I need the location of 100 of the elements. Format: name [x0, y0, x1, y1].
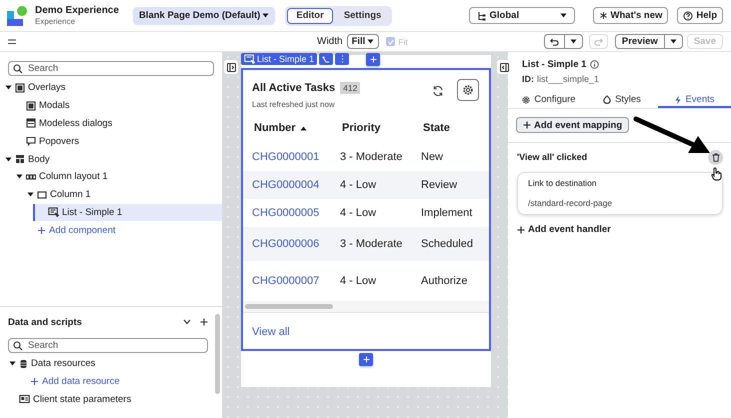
- caret-icon: [367, 39, 374, 44]
- redo-icon: [594, 38, 603, 46]
- add-button[interactable]: [359, 353, 373, 366]
- settings-button[interactable]: [457, 79, 479, 101]
- overlay-icon: [15, 82, 25, 93]
- tree-item[interactable]: Column layout 1: [11, 168, 222, 186]
- sidebar-icon: [500, 62, 508, 72]
- search-icon: [13, 64, 23, 74]
- caret-icon: [560, 13, 567, 18]
- tree-item[interactable]: Client state parameters: [8, 390, 208, 408]
- add-button[interactable]: [200, 318, 208, 326]
- droplet-icon: [602, 94, 612, 104]
- scope-dropdown[interactable]: Global: [468, 7, 575, 24]
- tree-item[interactable]: Modeless dialogs: [11, 114, 222, 132]
- inspector-tab[interactable]: Configure: [512, 93, 585, 108]
- record-link[interactable]: CHG0000005: [252, 207, 320, 219]
- asterisk-icon: [598, 11, 608, 20]
- add-event-mapping-button[interactable]: Add event mapping: [516, 117, 630, 133]
- preview-button[interactable]: Preview: [614, 34, 683, 49]
- view-all-link[interactable]: View all: [252, 326, 290, 338]
- list-component-icon: [48, 207, 59, 218]
- add-link[interactable]: Add component: [22, 221, 222, 240]
- app-title: Demo Experience: [35, 5, 119, 16]
- handler-title: Link to destination: [528, 178, 598, 188]
- plus-icon: [200, 318, 208, 326]
- event-title: 'View all' clicked: [517, 152, 588, 162]
- record-link[interactable]: CHG0000001: [252, 151, 320, 163]
- plus-icon: [523, 121, 531, 129]
- plus-icon: [30, 377, 39, 386]
- inspector-tab[interactable]: Events: [658, 93, 731, 108]
- event-handler-card[interactable]: Link to destination /standard-record-page: [517, 172, 723, 215]
- column-header[interactable]: Priority: [342, 122, 423, 134]
- table-cell-text: Authorize: [421, 275, 468, 287]
- id-value: list___simple_1: [537, 74, 600, 84]
- panel-toggle-button[interactable]: [497, 60, 511, 74]
- record-link[interactable]: CHG0000006: [252, 238, 320, 250]
- parameters-icon: [19, 394, 30, 404]
- record-link[interactable]: CHG0000004: [252, 179, 320, 191]
- tree-item[interactable]: Data resources: [8, 355, 208, 373]
- plus-icon: [517, 226, 525, 234]
- app-subtitle: Experience: [35, 17, 76, 26]
- scrollbar-thumb[interactable]: [215, 314, 220, 394]
- menu-icon: [8, 38, 16, 44]
- link-icon: [322, 56, 330, 62]
- delete-button[interactable]: [708, 150, 723, 164]
- lightning-icon: [674, 94, 682, 104]
- tree-item[interactable]: Modals: [11, 96, 222, 115]
- record-link[interactable]: CHG0000007: [252, 275, 320, 287]
- search-field[interactable]: Search: [8, 338, 208, 353]
- speech-bubble-icon: [26, 136, 36, 146]
- tree-item[interactable]: List - Simple 1: [33, 204, 222, 222]
- page-selector[interactable]: Blank Page Demo (Default): [132, 6, 276, 24]
- modal-icon: [26, 100, 36, 111]
- table-cell-text: Review: [421, 179, 458, 191]
- layout-icon: [15, 154, 25, 164]
- scrollbar-thumb[interactable]: [245, 304, 333, 309]
- app-logo-icon: [6, 4, 28, 26]
- list-title: All Active Tasks: [252, 82, 336, 94]
- column-header[interactable]: State: [423, 122, 489, 134]
- component-tag[interactable]: List - Simple 1: [241, 53, 318, 65]
- count-badge: 412: [340, 82, 360, 94]
- undo-button[interactable]: [544, 34, 583, 49]
- search-field[interactable]: Search: [8, 61, 214, 76]
- refresh-button[interactable]: [432, 85, 444, 97]
- inspector-tab[interactable]: Styles: [585, 93, 658, 108]
- table-cell-text: New: [421, 151, 444, 163]
- dialog-icon: [26, 118, 36, 128]
- table-cell-text: 4 - Low: [340, 275, 378, 287]
- tree-item[interactable]: Overlays: [0, 79, 222, 97]
- add-button[interactable]: [366, 53, 380, 66]
- table-cell-text: Implement: [421, 207, 474, 219]
- link-button[interactable]: [319, 53, 334, 65]
- tree-item[interactable]: Column 1: [22, 186, 222, 204]
- add-event-handler-button[interactable]: Add event handler: [517, 224, 611, 235]
- undo-icon: [550, 38, 559, 46]
- more-button[interactable]: [335, 53, 350, 65]
- mode-tab[interactable]: Settings: [334, 8, 390, 24]
- more-vertical-icon: [340, 55, 344, 63]
- column-icon: [37, 190, 47, 200]
- component-title: List - Simple 1: [522, 59, 586, 70]
- help-button[interactable]: Help: [677, 7, 723, 24]
- table-cell-text: 3 - Moderate: [340, 151, 404, 163]
- info-icon: [590, 60, 600, 69]
- mode-tab[interactable]: Editor: [287, 8, 333, 24]
- table-cell-text: 4 - Low: [340, 179, 378, 191]
- column-header[interactable]: Number: [254, 122, 342, 134]
- columns-icon: [26, 172, 36, 182]
- caret-icon: [570, 39, 577, 44]
- refresh-status: Last refreshed just now: [252, 100, 336, 109]
- tree-item[interactable]: Body: [0, 150, 222, 168]
- gear-icon: [521, 94, 532, 104]
- add-link[interactable]: Add data resource: [19, 372, 208, 391]
- whats-new-button[interactable]: What's new: [592, 7, 668, 24]
- panel-toggle-button[interactable]: [224, 60, 238, 74]
- table-cell-text: 4 - Low: [340, 207, 378, 219]
- tree-item[interactable]: Popovers: [11, 132, 222, 150]
- collapse-button[interactable]: [183, 319, 191, 325]
- section-title: Data and scripts: [8, 316, 83, 328]
- width-dropdown[interactable]: Fill: [346, 34, 380, 49]
- settings-icon: [462, 84, 474, 96]
